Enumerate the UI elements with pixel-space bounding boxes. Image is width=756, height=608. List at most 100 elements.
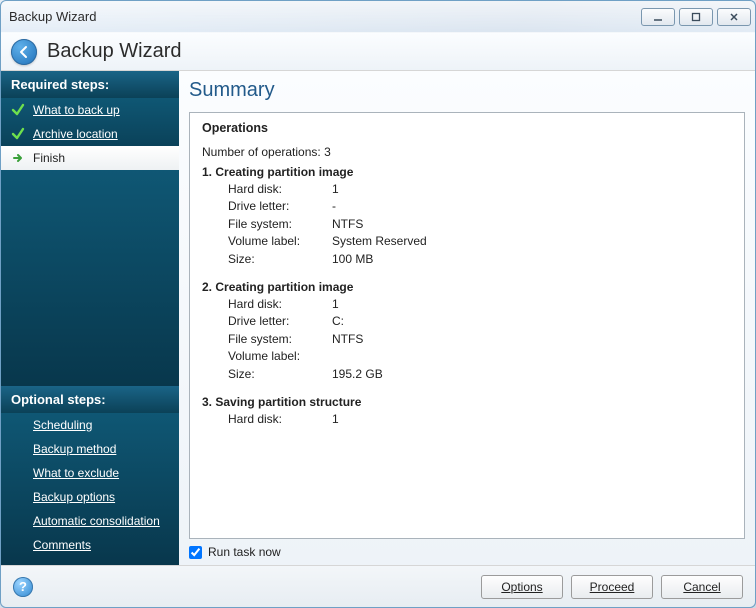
operation-key: Drive letter: (228, 198, 318, 215)
operation-row: Drive letter:- (202, 198, 732, 215)
maximize-button[interactable] (679, 8, 713, 26)
operations-count-label: Number of operations: (202, 145, 321, 159)
required-step-item[interactable]: Finish (1, 146, 179, 170)
operation-value: NTFS (332, 331, 363, 348)
operation-row: Drive letter: C: (202, 313, 732, 330)
operation-block: 3. Saving partition structure Hard disk: 1 (202, 395, 732, 428)
operation-row: File system: NTFS (202, 331, 732, 348)
operation-row: Hard disk: 1 (202, 411, 732, 428)
options-button[interactable]: Options (481, 575, 563, 599)
required-steps-list: What to back up Archive location Finish (1, 98, 179, 170)
operation-value: C: (332, 313, 344, 330)
operations-list: 1. Creating partition imageHard disk:1Dr… (202, 165, 732, 428)
cancel-button[interactable]: Cancel (661, 575, 743, 599)
operation-number: 3. (202, 395, 212, 409)
operation-value: 1 (332, 411, 339, 428)
window-title: Backup Wizard (9, 9, 96, 24)
footer-buttons: Options Proceed Cancel (481, 575, 743, 599)
arrow-left-icon (17, 45, 31, 59)
required-step-label: What to back up (33, 103, 120, 117)
operation-row: Hard disk: 1 (202, 296, 732, 313)
operation-key: Volume label: (228, 348, 318, 365)
proceed-button[interactable]: Proceed (571, 575, 653, 599)
wizard-window: Backup Wizard Backup Wizard Required ste… (0, 0, 756, 608)
close-button[interactable] (717, 8, 751, 26)
operation-title-text: Creating partition image (215, 165, 353, 179)
operation-row: File system: NTFS (202, 216, 732, 233)
arrow-right-icon (11, 151, 25, 165)
optional-step-label: Automatic consolidation (33, 514, 160, 528)
sidebar-spacer (1, 170, 179, 386)
operation-row: Size: 100 MB (202, 251, 732, 268)
operation-row: Hard disk: 1 (202, 181, 732, 198)
optional-steps-heading: Optional steps: (1, 386, 179, 413)
run-task-row: Run task now (189, 539, 745, 559)
operation-block: 1. Creating partition imageHard disk:1Dr… (202, 165, 732, 268)
optional-step-item[interactable]: Scheduling (1, 413, 179, 437)
optional-step-item[interactable]: Backup method (1, 437, 179, 461)
operation-key: File system: (228, 216, 318, 233)
operation-value: System Reserved (332, 233, 427, 250)
required-step-label: Finish (33, 151, 65, 165)
required-step-item[interactable]: What to back up (1, 98, 179, 122)
operation-row: Volume label: (202, 348, 732, 365)
operation-key: Drive letter: (228, 313, 318, 330)
optional-step-label: What to exclude (33, 466, 119, 480)
operation-row: Volume label: System Reserved (202, 233, 732, 250)
operation-title-text: Creating partition image (215, 280, 353, 294)
optional-step-label: Backup options (33, 490, 115, 504)
content-inner: Summary Operations Number of operations:… (189, 71, 745, 559)
operation-title: 2. Creating partition image (202, 280, 732, 294)
operation-row: Size: 195.2 GB (202, 366, 732, 383)
operation-key: Hard disk: (228, 296, 318, 313)
operation-key: Volume label: (228, 233, 318, 250)
required-steps-heading: Required steps: (1, 71, 179, 98)
optional-step-label: Backup method (33, 442, 116, 456)
wizard-title: Backup Wizard (47, 40, 182, 63)
operation-key: Size: (228, 366, 318, 383)
summary-panel: Operations Number of operations: 3 1. Cr… (189, 112, 745, 539)
operation-key: Hard disk: (228, 411, 318, 428)
wizard-header: Backup Wizard (1, 33, 755, 71)
operation-block: 2. Creating partition imageHard disk:1Dr… (202, 280, 732, 383)
optional-step-item[interactable]: Automatic consolidation (1, 509, 179, 533)
page-title: Summary (189, 71, 745, 112)
operations-count-value: 3 (324, 145, 331, 159)
operation-value: 1 (332, 181, 339, 198)
operation-value: 195.2 GB (332, 366, 383, 383)
operation-value: 1 (332, 296, 339, 313)
operation-key: Hard disk: (228, 181, 318, 198)
required-step-label: Archive location (33, 127, 118, 141)
run-task-label[interactable]: Run task now (208, 545, 281, 559)
operation-number: 1. (202, 165, 212, 179)
operation-title: 1. Creating partition image (202, 165, 732, 179)
check-icon (11, 103, 25, 117)
operation-key: Size: (228, 251, 318, 268)
operation-title-text: Saving partition structure (215, 395, 361, 409)
title-bar: Backup Wizard (1, 1, 755, 33)
help-button[interactable]: ? (13, 577, 33, 597)
run-task-checkbox[interactable] (189, 546, 202, 559)
content-area: Summary Operations Number of operations:… (179, 71, 755, 565)
operations-count: Number of operations: 3 (202, 145, 732, 159)
optional-step-item[interactable]: What to exclude (1, 461, 179, 485)
back-button[interactable] (11, 39, 37, 65)
operations-heading: Operations (202, 121, 732, 135)
optional-step-item[interactable]: Backup options (1, 485, 179, 509)
required-step-item[interactable]: Archive location (1, 122, 179, 146)
check-icon (11, 127, 25, 141)
operation-title: 3. Saving partition structure (202, 395, 732, 409)
operation-number: 2. (202, 280, 212, 294)
window-buttons (641, 8, 751, 26)
sidebar: Required steps: What to back up Archive l… (1, 71, 179, 565)
optional-step-label: Comments (33, 538, 91, 552)
operation-value: - (332, 198, 336, 215)
operation-value: 100 MB (332, 251, 373, 268)
optional-step-label: Scheduling (33, 418, 92, 432)
wizard-body: Required steps: What to back up Archive l… (1, 71, 755, 565)
minimize-button[interactable] (641, 8, 675, 26)
optional-step-item[interactable]: Comments (1, 533, 179, 557)
operation-value: NTFS (332, 216, 363, 233)
operation-key: File system: (228, 331, 318, 348)
wizard-footer: ? Options Proceed Cancel (1, 565, 755, 607)
